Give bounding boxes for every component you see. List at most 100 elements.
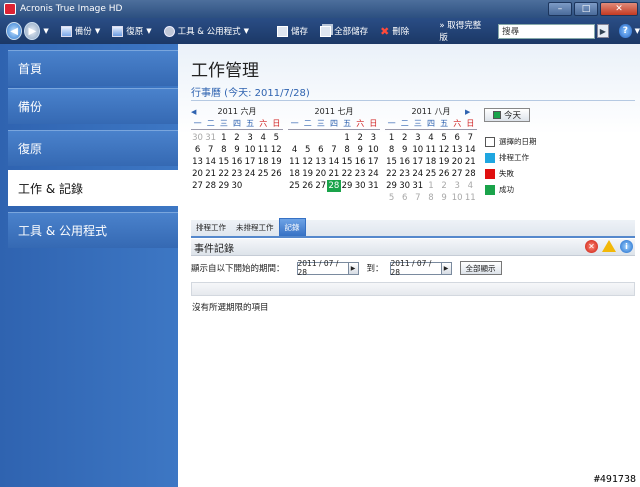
- calendar-day[interactable]: 7: [464, 132, 477, 144]
- calendar-day[interactable]: 20: [314, 168, 327, 180]
- close-button[interactable]: ✕: [600, 2, 638, 16]
- calendar-day[interactable]: 26: [438, 168, 451, 180]
- calendar-day[interactable]: 18: [257, 156, 270, 168]
- restore-menu-button[interactable]: 復原 ▼: [112, 25, 152, 37]
- calendar-day[interactable]: 6: [314, 144, 327, 156]
- calendar-day[interactable]: 11: [424, 144, 437, 156]
- tab-scheduled-tasks[interactable]: 排程工作: [191, 219, 231, 236]
- calendar-day[interactable]: 3: [411, 132, 424, 144]
- calendar-day[interactable]: 12: [270, 144, 283, 156]
- calendar-day[interactable]: 14: [464, 144, 477, 156]
- calendar-day[interactable]: 30: [398, 180, 411, 192]
- calendar-day[interactable]: 15: [217, 156, 230, 168]
- calendar-day[interactable]: 21: [464, 156, 477, 168]
- error-filter-icon[interactable]: ✕: [585, 240, 598, 253]
- info-filter-icon[interactable]: i: [620, 240, 633, 253]
- calendar-day[interactable]: 23: [230, 168, 243, 180]
- calendar-day[interactable]: 6: [398, 192, 411, 204]
- calendar-day[interactable]: 30: [191, 132, 204, 144]
- calendar-day[interactable]: 5: [385, 192, 398, 204]
- calendar-day[interactable]: 27: [451, 168, 464, 180]
- calendar-day[interactable]: 5: [438, 132, 451, 144]
- calendar-day[interactable]: 17: [411, 156, 424, 168]
- calendar-day[interactable]: 2: [438, 180, 451, 192]
- today-button[interactable]: 今天: [484, 108, 530, 122]
- calendar-day[interactable]: 27: [314, 180, 327, 192]
- calendar-day[interactable]: 25: [424, 168, 437, 180]
- calendar-day[interactable]: 1: [385, 132, 398, 144]
- calendar-day[interactable]: 5: [301, 144, 314, 156]
- calendar-day[interactable]: 24: [244, 168, 257, 180]
- calendar-day[interactable]: 14: [204, 156, 217, 168]
- calendar-day[interactable]: 8: [385, 144, 398, 156]
- calendar-day[interactable]: 13: [314, 156, 327, 168]
- save-button[interactable]: 儲存: [277, 25, 308, 37]
- calendar-day[interactable]: 7: [327, 144, 340, 156]
- calendar-day[interactable]: 19: [438, 156, 451, 168]
- calendar-day[interactable]: 7: [411, 192, 424, 204]
- to-date-field[interactable]: 2011 / 07 / 28: [389, 259, 442, 277]
- calendar-day[interactable]: 30: [230, 180, 243, 192]
- get-full-version-link[interactable]: » 取得完整版: [439, 19, 484, 43]
- calendar-day[interactable]: 28: [327, 180, 341, 192]
- calendar-day[interactable]: 6: [191, 144, 204, 156]
- calendar-day[interactable]: 15: [385, 156, 398, 168]
- calendar-day[interactable]: 28: [204, 180, 217, 192]
- calendar-day[interactable]: 2: [354, 132, 367, 144]
- calendar-day[interactable]: 3: [367, 132, 380, 144]
- sidebar-item-backup[interactable]: 備份: [8, 88, 178, 124]
- calendar-day[interactable]: 8: [217, 144, 230, 156]
- calendar-day[interactable]: 29: [385, 180, 398, 192]
- calendar-day[interactable]: 2: [230, 132, 243, 144]
- calendar-day[interactable]: 3: [244, 132, 257, 144]
- calendar-day[interactable]: 5: [270, 132, 283, 144]
- search-go-button[interactable]: ▶: [596, 24, 610, 38]
- delete-button[interactable]: ✖ 刪除: [380, 25, 409, 38]
- calendar-day[interactable]: 9: [438, 192, 451, 204]
- calendar-day[interactable]: 31: [367, 180, 380, 192]
- calendar-day[interactable]: 22: [385, 168, 398, 180]
- calendar-day[interactable]: 23: [398, 168, 411, 180]
- calendar-day[interactable]: 30: [354, 180, 367, 192]
- calendar-day[interactable]: 10: [244, 144, 257, 156]
- calendar-day[interactable]: 25: [288, 180, 301, 192]
- sidebar-item-tasks-and-logs[interactable]: 工作 & 記錄: [8, 170, 178, 206]
- forward-button[interactable]: ▶: [24, 22, 41, 40]
- calendar-day[interactable]: 14: [327, 156, 340, 168]
- calendar-day[interactable]: 2: [398, 132, 411, 144]
- calendar-day[interactable]: 20: [191, 168, 204, 180]
- backup-menu-button[interactable]: 備份 ▼: [60, 25, 100, 37]
- calendar-day[interactable]: 18: [424, 156, 437, 168]
- tab-log[interactable]: 記錄: [278, 218, 306, 236]
- calendar-day[interactable]: 31: [204, 132, 217, 144]
- calendar-day[interactable]: 4: [464, 180, 477, 192]
- search-input[interactable]: 搜尋: [498, 23, 595, 39]
- tools-menu-button[interactable]: 工具 & 公用程式 ▼: [163, 25, 249, 37]
- calendar-day[interactable]: 11: [257, 144, 270, 156]
- sidebar-item-restore[interactable]: 復原: [8, 130, 178, 166]
- calendar-day[interactable]: 22: [341, 168, 354, 180]
- history-dropdown-icon[interactable]: ▼: [43, 27, 48, 35]
- calendar-day[interactable]: 21: [204, 168, 217, 180]
- to-date-picker-button[interactable]: ▶: [441, 261, 452, 275]
- calendar-day[interactable]: 16: [354, 156, 367, 168]
- calendar-day[interactable]: 28: [464, 168, 477, 180]
- calendar-day[interactable]: 17: [244, 156, 257, 168]
- help-icon[interactable]: ?: [619, 24, 632, 38]
- minimize-button[interactable]: –: [548, 2, 572, 16]
- calendar-day[interactable]: 9: [354, 144, 367, 156]
- calendar-day[interactable]: 1: [341, 132, 354, 144]
- calendar-day[interactable]: 10: [451, 192, 464, 204]
- help-dropdown-icon[interactable]: ▼: [635, 27, 640, 35]
- calendar-day[interactable]: 29: [217, 180, 230, 192]
- calendar-day[interactable]: 26: [270, 168, 283, 180]
- maximize-button[interactable]: □: [574, 2, 598, 16]
- calendar-day[interactable]: 1: [424, 180, 437, 192]
- calendar-day[interactable]: 11: [464, 192, 477, 204]
- save-all-button[interactable]: 全部儲存: [320, 25, 368, 37]
- calendar-day[interactable]: 31: [411, 180, 424, 192]
- calendar-day[interactable]: 8: [424, 192, 437, 204]
- calendar-day[interactable]: 4: [424, 132, 437, 144]
- calendar-day[interactable]: 10: [411, 144, 424, 156]
- calendar-day[interactable]: 3: [451, 180, 464, 192]
